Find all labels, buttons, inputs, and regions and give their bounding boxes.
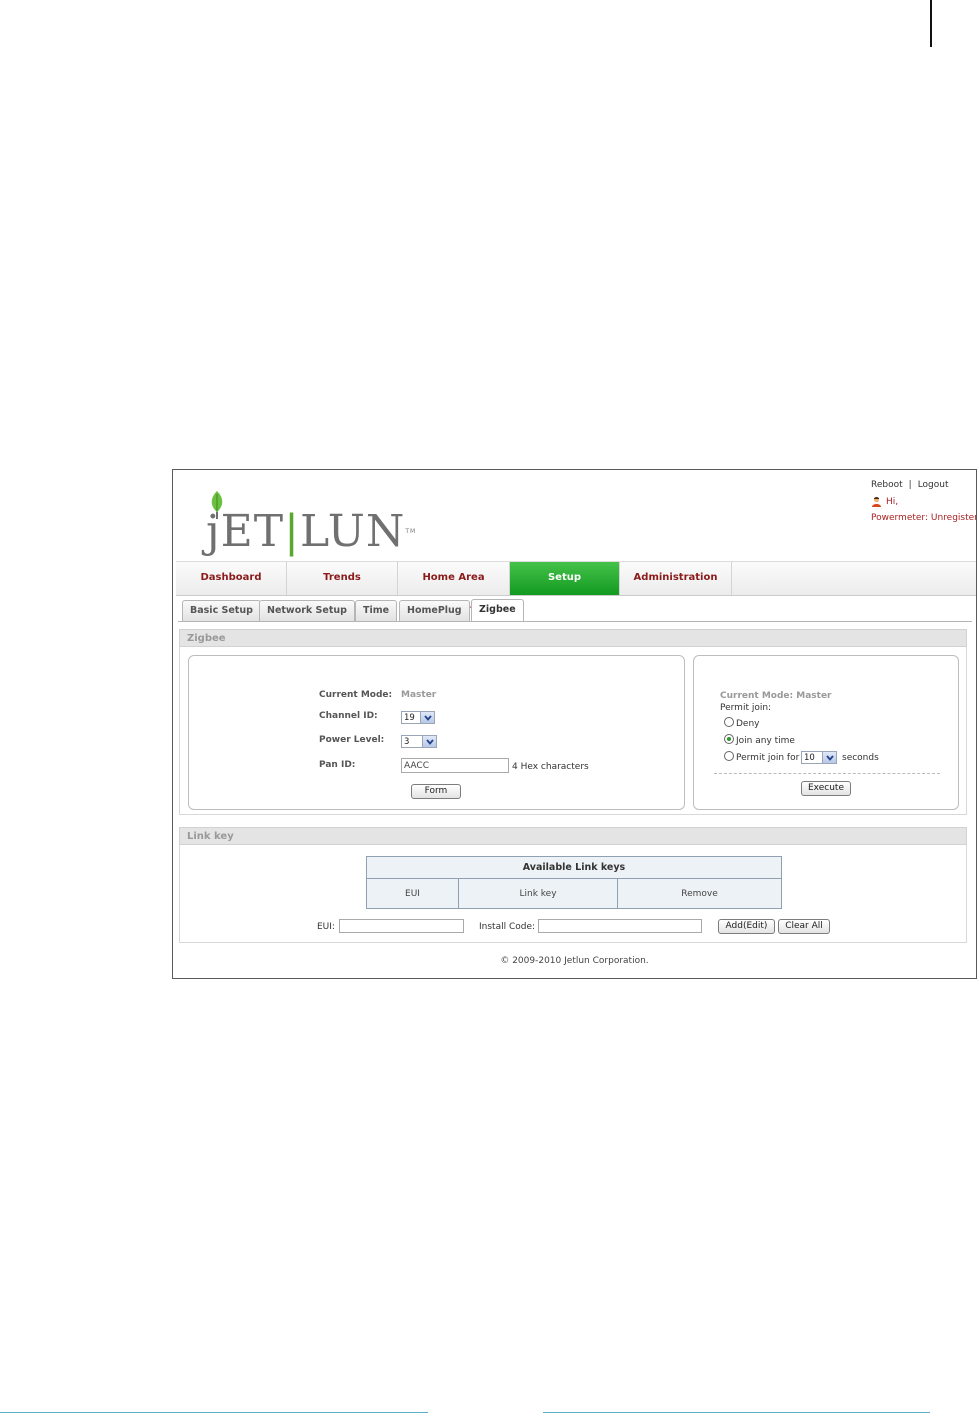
column-header-eui: EUI	[405, 889, 420, 899]
tab-trends[interactable]: Trends	[287, 562, 398, 595]
power-level-select[interactable]: 3	[401, 735, 437, 748]
channel-id-select[interactable]: 19	[401, 711, 435, 724]
seconds-label: seconds	[842, 753, 879, 763]
pan-id-input[interactable]	[401, 758, 509, 773]
permit-join-for-label: Permit join for	[736, 753, 800, 763]
reboot-link[interactable]: Reboot	[871, 480, 903, 490]
link-key-section-header: Link key	[179, 827, 967, 845]
main-nav: Dashboard Trends Home Area Network Setup…	[176, 561, 976, 615]
link-separator: |	[908, 480, 912, 490]
column-header-link-key: Link key	[519, 889, 557, 899]
subtab-zigbee[interactable]: Zigbee	[471, 599, 524, 622]
clear-all-button[interactable]: Clear All	[778, 919, 830, 934]
add-edit-button[interactable]: Add(Edit)	[718, 919, 775, 934]
eui-label: EUI:	[317, 922, 335, 932]
chevron-down-icon	[822, 752, 836, 763]
logo-wordmark: jET|LUNTM	[206, 506, 417, 557]
install-code-input[interactable]	[538, 919, 702, 933]
join-any-time-label: Join any time	[736, 736, 795, 746]
subtab-time[interactable]: Time	[355, 600, 398, 621]
app-window: jET|LUNTM Reboot | Logout Hi, Powermeter: …	[172, 469, 977, 979]
footer-rule-right	[543, 1412, 930, 1413]
tab-administration[interactable]: Administration	[620, 562, 732, 595]
tab-setup[interactable]: Setup	[510, 562, 620, 595]
footer-rule-left	[0, 1412, 428, 1413]
link-keys-table-title: Available Link keys	[367, 857, 781, 879]
install-code-label: Install Code:	[479, 922, 536, 932]
form-button[interactable]: Form	[411, 784, 461, 799]
permit-seconds-select[interactable]: 10	[801, 751, 837, 764]
current-mode-label: Current Mode:	[319, 690, 393, 700]
power-level-label: Power Level:	[319, 735, 385, 745]
logout-link[interactable]: Logout	[918, 480, 949, 490]
subtab-divider	[178, 621, 972, 622]
zigbee-section: Current Mode: Master Channel ID: 19 Powe…	[179, 647, 967, 815]
channel-id-label: Channel ID:	[319, 711, 378, 721]
subtab-basic-setup[interactable]: Basic Setup	[182, 600, 261, 621]
powermeter-status: Powermeter: Unregistered	[871, 513, 976, 523]
join-any-time-radio[interactable]	[724, 734, 734, 744]
current-mode-text: Current Mode: Master	[720, 691, 832, 701]
pan-id-label: Pan ID:	[319, 760, 356, 770]
tab-home-area-network[interactable]: Home Area Network	[398, 562, 510, 615]
eui-input[interactable]	[339, 919, 464, 933]
zigbee-section-header: Zigbee	[179, 629, 967, 647]
user-icon	[872, 496, 881, 507]
jetlun-logo: jET|LUNTM	[206, 490, 466, 557]
greeting-text: Hi,	[886, 496, 899, 507]
deny-radio[interactable]	[724, 717, 734, 727]
column-header-remove: Remove	[681, 889, 718, 899]
permit-join-label: Permit join:	[720, 703, 772, 713]
chevron-down-icon	[422, 736, 436, 747]
tab-dashboard[interactable]: Dashboard	[176, 562, 287, 595]
permit-join-card: Current Mode: Master Permit join: Deny J…	[693, 655, 959, 810]
subtab-network-setup[interactable]: Network Setup	[259, 600, 355, 621]
current-mode-value: Master	[401, 690, 437, 700]
link-keys-table: Available Link keys EUI Link key Remove	[366, 856, 782, 909]
chevron-down-icon	[420, 712, 434, 723]
copyright-text: © 2009-2010 Jetlun Corporation.	[500, 956, 649, 966]
permit-join-for-radio[interactable]	[724, 751, 734, 761]
subtab-homeplug[interactable]: HomePlug	[399, 600, 470, 621]
page-margin-mark	[930, 0, 932, 47]
divider-dashed	[714, 773, 940, 774]
deny-label: Deny	[736, 719, 760, 729]
execute-button[interactable]: Execute	[801, 781, 851, 796]
zigbee-network-card: Current Mode: Master Channel ID: 19 Powe…	[188, 655, 685, 810]
pan-id-hint: 4 Hex characters	[512, 762, 589, 772]
user-panel: Reboot | Logout Hi, Powermeter: Unregister…	[871, 480, 976, 523]
